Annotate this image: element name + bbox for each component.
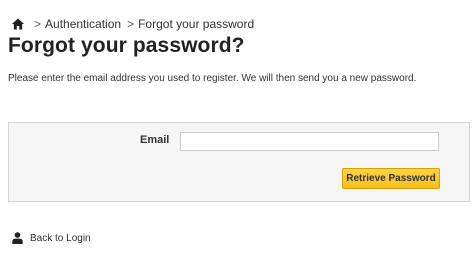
breadcrumb-separator: > <box>34 17 42 31</box>
email-input[interactable] <box>180 132 439 151</box>
email-label: Email <box>140 134 170 146</box>
breadcrumb-authentication-link[interactable]: Authentication <box>45 17 121 31</box>
breadcrumb-current: Forgot your password <box>138 17 255 31</box>
user-icon <box>12 232 23 244</box>
breadcrumb: > Authentication > Forgot your password <box>12 16 254 32</box>
page-title: Forgot your password? <box>8 34 245 57</box>
back-to-login-link[interactable]: Back to Login <box>12 232 91 244</box>
retrieve-password-button[interactable]: Retrieve Password <box>342 168 440 189</box>
intro-text: Please enter the email address you used … <box>8 73 417 84</box>
home-icon[interactable] <box>12 18 24 30</box>
breadcrumb-separator: > <box>127 17 135 31</box>
forgot-password-form: Email Retrieve Password <box>8 122 470 202</box>
back-to-login-label: Back to Login <box>30 232 91 244</box>
